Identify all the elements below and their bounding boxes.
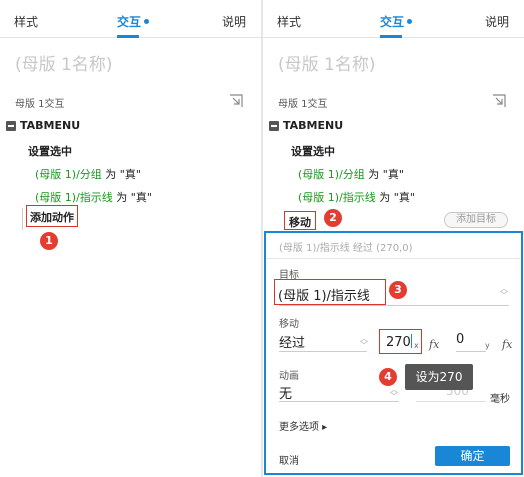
editor-summary: (母版 1)/指示线 经过 (270,0) bbox=[279, 243, 413, 254]
action-value: 为 "真" bbox=[375, 191, 415, 204]
add-target-button[interactable]: 添加目标 bbox=[444, 212, 508, 228]
expand-icon[interactable] bbox=[492, 94, 506, 108]
field-underline bbox=[279, 351, 367, 352]
select-chevron-icon: ︿ ﹀ bbox=[500, 284, 508, 300]
cancel-button[interactable]: 取消 bbox=[279, 452, 299, 467]
action-target: (母版 1)/分组 bbox=[298, 168, 365, 181]
tab-bar: 样式 交互 说明 bbox=[0, 0, 261, 38]
section-label: 母版 1交互 bbox=[15, 99, 65, 110]
duration-unit: 毫秒 bbox=[490, 394, 510, 405]
field-underline bbox=[279, 305, 509, 306]
target-select[interactable]: (母版 1)/指示线 bbox=[274, 279, 386, 305]
action-item[interactable]: (母版 1)/分组 为 "真" bbox=[35, 166, 141, 182]
step-badge-2: 2 bbox=[324, 209, 342, 227]
tree-root-label[interactable]: TABMENU bbox=[283, 119, 343, 132]
tab-underline bbox=[380, 35, 402, 38]
x-value: 270 bbox=[386, 335, 411, 350]
tab-notes[interactable]: 说明 bbox=[222, 13, 246, 30]
select-chevron-icon: ︿ ﹀ bbox=[390, 385, 398, 401]
field-underline bbox=[279, 401, 399, 402]
tab-bar: 样式 交互 说明 bbox=[263, 0, 524, 38]
animation-label: 动画 bbox=[279, 371, 299, 382]
tab-notes[interactable]: 说明 bbox=[485, 13, 509, 30]
case-label[interactable]: 设置选中 bbox=[291, 143, 335, 159]
action-value: 为 "真" bbox=[101, 168, 141, 181]
fx-icon[interactable]: fx bbox=[429, 338, 439, 351]
expand-icon[interactable] bbox=[229, 94, 243, 108]
tab-interaction[interactable]: 交互 bbox=[117, 13, 150, 38]
action-value: 为 "真" bbox=[364, 168, 404, 181]
step-badge-4: 4 bbox=[379, 368, 397, 386]
step-badge-3: 3 bbox=[389, 281, 407, 299]
tab-style[interactable]: 样式 bbox=[277, 13, 301, 30]
y-input[interactable]: 0 bbox=[456, 332, 464, 347]
step-badge-1: 1 bbox=[40, 232, 58, 250]
active-dot-icon bbox=[144, 19, 150, 24]
move-label: 移动 bbox=[279, 319, 299, 330]
tree-guide bbox=[22, 208, 23, 230]
case-label[interactable]: 设置选中 bbox=[28, 143, 72, 159]
tab-underline bbox=[117, 35, 139, 38]
master-name-input[interactable]: (母版 1名称) bbox=[15, 50, 112, 75]
move-type-select[interactable]: 经过 bbox=[279, 332, 305, 351]
active-dot-icon bbox=[407, 19, 413, 24]
action-target: (母版 1)/指示线 bbox=[298, 191, 376, 204]
section-label: 母版 1交互 bbox=[278, 99, 328, 110]
tab-interaction-label: 交互 bbox=[117, 15, 142, 29]
text-caret bbox=[410, 334, 412, 348]
tab-style[interactable]: 样式 bbox=[14, 13, 38, 30]
more-options-link[interactable]: 更多选项 ▸ bbox=[279, 418, 327, 433]
fx-icon[interactable]: fx bbox=[502, 338, 512, 351]
collapse-icon[interactable] bbox=[269, 121, 279, 131]
ok-button[interactable]: 确定 bbox=[435, 446, 510, 466]
select-chevron-icon: ︿ ﹀ bbox=[360, 334, 368, 350]
action-target: (母版 1)/分组 bbox=[35, 168, 102, 181]
tree-root-label[interactable]: TABMENU bbox=[20, 119, 80, 132]
collapse-icon[interactable] bbox=[6, 121, 16, 131]
y-axis-label: y bbox=[485, 341, 490, 350]
action-item[interactable]: (母版 1)/指示线 为 "真" bbox=[35, 189, 152, 205]
divider bbox=[266, 258, 521, 259]
action-item[interactable]: (母版 1)/指示线 为 "真" bbox=[298, 189, 415, 205]
left-panel: 样式 交互 说明 (母版 1名称) 母版 1交互 TABMENU 设置选中 (母… bbox=[0, 0, 261, 477]
x-axis-label: x bbox=[414, 341, 419, 350]
tab-interaction-label: 交互 bbox=[380, 15, 405, 29]
tooltip: 设为270 bbox=[405, 364, 473, 390]
animation-select[interactable]: 无 bbox=[279, 383, 292, 402]
master-name-input[interactable]: (母版 1名称) bbox=[278, 50, 375, 75]
field-underline bbox=[416, 401, 486, 402]
field-underline bbox=[456, 351, 486, 352]
move-action-editor: (母版 1)/指示线 经过 (270,0) 目标 (母版 1)/指示线 ︿ ﹀ 3… bbox=[264, 231, 523, 475]
action-value: 为 "真" bbox=[112, 191, 152, 204]
action-target: (母版 1)/指示线 bbox=[35, 191, 113, 204]
action-item[interactable]: (母版 1)/分组 为 "真" bbox=[298, 166, 404, 182]
move-action-item[interactable]: 移动 bbox=[284, 211, 316, 230]
right-panel: 样式 交互 说明 (母版 1名称) 母版 1交互 TABMENU 设置选中 (母… bbox=[263, 0, 524, 477]
add-action-button[interactable]: 添加动作 bbox=[26, 205, 78, 227]
tab-interaction[interactable]: 交互 bbox=[380, 13, 413, 38]
